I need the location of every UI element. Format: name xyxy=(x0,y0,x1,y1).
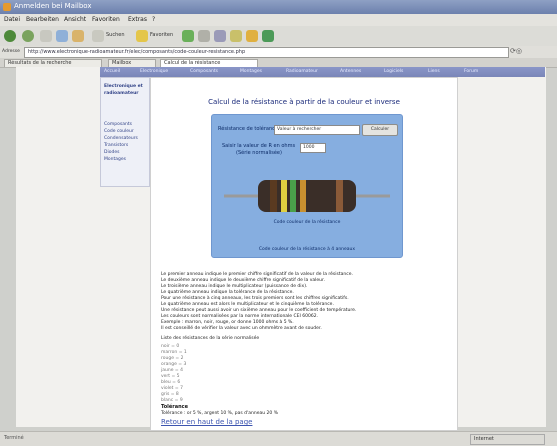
tolerance-select[interactable]: Valeur à rechercher xyxy=(274,125,360,135)
zone-indicator: Internet xyxy=(470,434,545,445)
messenger-icon[interactable] xyxy=(246,30,258,42)
list-item: orange = 3 xyxy=(161,362,187,367)
status-text: Terminé xyxy=(4,435,24,441)
nav-link[interactable]: Accueil xyxy=(104,69,120,74)
menu-favorites[interactable]: Favoriten xyxy=(92,16,120,23)
nav-link[interactable]: Forum xyxy=(464,69,478,74)
value-label: Saisir la valeur de R en ohms xyxy=(222,143,296,149)
browser-icon xyxy=(3,3,11,11)
sidebar-link[interactable]: Transistors xyxy=(104,143,128,148)
paragraph-line: Une résistance peut aussi avoir un sixiè… xyxy=(161,308,357,313)
paragraph-line: Les couleurs sont normalisées par la nor… xyxy=(161,314,318,319)
resistor-caption: Code couleur de la résistance xyxy=(273,220,341,225)
list-item: noir = 0 xyxy=(161,344,180,349)
nav-link[interactable]: Antennes xyxy=(340,69,361,74)
nav-link[interactable]: Liens xyxy=(428,69,440,74)
stop-icon[interactable] xyxy=(40,30,52,42)
paragraph-line: Le deuxième anneau indique le deuxième c… xyxy=(161,278,325,283)
tool-icon[interactable] xyxy=(262,30,274,42)
status-bar: Terminé Internet xyxy=(0,431,557,446)
list-item: rouge = 2 xyxy=(161,356,184,361)
menu-help[interactable]: ? xyxy=(152,16,155,23)
home-icon[interactable] xyxy=(72,30,84,42)
forward-icon[interactable] xyxy=(22,30,34,42)
sidebar-link[interactable]: Composants xyxy=(104,122,132,127)
sidebar-link[interactable]: Montages xyxy=(104,157,126,162)
sidebar-heading: radioamateur xyxy=(104,91,139,96)
paragraph-line: Pour une résistance à cinq anneaux, les … xyxy=(161,296,349,301)
nav-link[interactable]: Composants xyxy=(190,69,218,74)
back-to-top-link[interactable]: Retour en haut de la page xyxy=(161,418,252,426)
nav-link[interactable]: Radioamateur xyxy=(286,69,318,74)
band-4 xyxy=(300,180,306,212)
sidebar: Electronique et radioamateur Composants … xyxy=(100,77,150,187)
list-item: violet = 7 xyxy=(161,386,183,391)
paragraph-line: Le quatrième anneau est alors le multipl… xyxy=(161,302,334,307)
resistor-image xyxy=(224,180,390,212)
list-item: jaune = 4 xyxy=(161,368,183,373)
tab-resistance[interactable]: Calcul de la résistance xyxy=(160,59,258,67)
list-item: bleu = 6 xyxy=(161,380,181,385)
list-item: gris = 8 xyxy=(161,392,179,397)
sidebar-link[interactable]: Condensateurs xyxy=(104,136,138,141)
paragraph-line: Le troisième anneau indique le multiplic… xyxy=(161,284,308,289)
list-item: blanc = 9 xyxy=(161,398,183,403)
tolerance-heading: Tolérance xyxy=(161,404,189,410)
menu-file[interactable]: Datei xyxy=(4,16,20,23)
calc-footnote: Code couleur de la résistance à 4 anneau… xyxy=(258,247,356,252)
address-input[interactable]: http://www.electronique-radioamateur.fr/… xyxy=(24,47,509,58)
list-item: vert = 5 xyxy=(161,374,180,379)
nav-link[interactable]: Montages xyxy=(240,69,262,74)
search-label[interactable]: Suchen xyxy=(106,32,125,38)
address-label: Adresse xyxy=(2,49,20,54)
print-icon[interactable] xyxy=(214,30,226,42)
band-5 xyxy=(336,180,343,212)
paragraph-line: Il est conseillé de vérifier la valeur a… xyxy=(161,326,322,331)
list-item: marron = 1 xyxy=(161,350,187,355)
paragraph-line: Le premier anneau indique le premier chi… xyxy=(161,272,353,277)
calculator-box: Résistance de tolérance Valeur à recherc… xyxy=(211,114,403,258)
edit-icon[interactable] xyxy=(230,30,242,42)
tolerance-text: Tolérance : or 5 %, argent 10 %, pas d'a… xyxy=(161,411,278,416)
nav-link[interactable]: Logiciels xyxy=(384,69,403,74)
resistance-value-input[interactable]: 1000 xyxy=(300,143,326,153)
menu-edit[interactable]: Bearbeiten xyxy=(26,16,59,23)
select-label: Résistance de tolérance xyxy=(218,126,278,132)
favorites-icon[interactable] xyxy=(136,30,148,42)
window-title: Anmelden bei Mailbox xyxy=(14,2,92,10)
paragraph-line: Le quatrième anneau indique la tolérance… xyxy=(161,290,294,295)
calculate-button[interactable]: Calculer xyxy=(362,124,398,136)
tab-mailbox[interactable]: Mailbox xyxy=(108,59,156,67)
band-2 xyxy=(281,180,287,212)
refresh-icon[interactable] xyxy=(56,30,68,42)
list-subtitle: Liste des résistances de la série normal… xyxy=(161,336,260,341)
sidebar-link[interactable]: Code couleur xyxy=(104,129,134,134)
site-nav: Accueil Electronique Composants Montages… xyxy=(100,67,545,77)
nav-link[interactable]: Electronique xyxy=(140,69,168,74)
main-content: Calcul de la résistance à partir de la c… xyxy=(150,77,458,431)
favorites-label[interactable]: Favoriten xyxy=(150,32,173,38)
search-icon[interactable] xyxy=(92,30,104,42)
tab-search-results[interactable]: Résultats de la recherche xyxy=(4,59,102,67)
page-title: Calcul de la résistance à partir de la c… xyxy=(208,98,400,106)
band-3 xyxy=(290,180,296,212)
sidebar-link[interactable]: Diodes xyxy=(104,150,119,155)
menu-view[interactable]: Ansicht xyxy=(64,16,86,23)
sidebar-heading: Electronique et xyxy=(104,84,143,89)
menu-tools[interactable]: Extras xyxy=(128,16,147,23)
history-icon[interactable] xyxy=(182,30,194,42)
go-icon[interactable]: ⟳◎ xyxy=(510,47,522,55)
band-1 xyxy=(270,180,277,212)
value-sublabel: (Série normalisée) xyxy=(236,150,282,156)
mail-icon[interactable] xyxy=(198,30,210,42)
toolbar: Suchen Favoriten xyxy=(0,26,557,47)
title-bar: Anmelden bei Mailbox xyxy=(0,0,557,14)
back-icon[interactable] xyxy=(4,30,16,42)
paragraph-line: Exemple : marron, noir, rouge, or donne … xyxy=(161,320,294,325)
